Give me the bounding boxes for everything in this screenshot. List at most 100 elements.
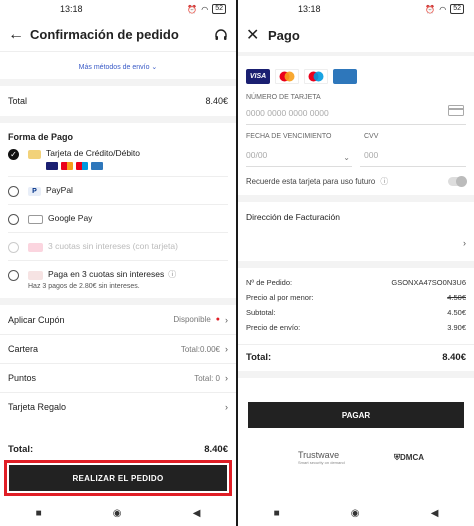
points-value: Total: 0 — [194, 373, 220, 383]
three-installments-note: Haz 3 pagos de 2.80€ sin intereses. — [28, 283, 140, 290]
headset-icon[interactable] — [214, 28, 228, 42]
status-time: 13:18 — [298, 4, 321, 14]
card-number-input[interactable]: 0000 0000 0000 0000 — [238, 101, 474, 118]
trust-badges: Trustwave Smart security on demand ⛨DMCA — [298, 450, 424, 465]
pay-button[interactable]: PAGAR — [248, 402, 464, 428]
recents-icon[interactable]: ■ — [274, 508, 280, 519]
back-arrow-icon[interactable]: ← — [8, 26, 30, 44]
remember-card-label: Recuerde esta tarjeta para uso futuro — [246, 177, 376, 186]
alarm-icon: ⏰ — [425, 4, 436, 14]
info-icon[interactable]: ⓘ — [168, 269, 176, 280]
wifi-icon: ◠ — [439, 4, 447, 14]
highlight-box: REALIZAR EL PEDIDO — [4, 460, 232, 496]
back-triangle-icon[interactable]: ◀ — [193, 508, 201, 519]
radio-checked-icon[interactable]: ✓ — [8, 149, 19, 160]
wallet-value: Total:0.00€ — [180, 344, 220, 354]
more-shipping-methods-link[interactable]: Más métodos de envío ⌄ — [0, 52, 236, 86]
expiry-label: FECHA DE VENCIMIENTO — [246, 133, 332, 140]
chevron-right-icon: › — [225, 344, 228, 354]
shipping-price-row: Precio de envío: 3.90€ — [238, 323, 474, 338]
home-icon[interactable]: ◉ — [351, 508, 360, 519]
points-row[interactable]: Puntos Total: 0 › — [0, 363, 236, 392]
payment-option-card[interactable]: ✓ Tarjeta de Crédito/Débito — [0, 148, 236, 176]
order-number-row: Nº de Pedido: GSONXA47SO0N3U6 — [238, 278, 474, 293]
chevron-right-icon: › — [225, 373, 228, 383]
remember-card-toggle[interactable] — [448, 176, 467, 187]
app-bar: ✕ Pago — [238, 18, 474, 52]
payment-option-klarna: 3 cuotas sin intereses (con tarjeta) — [0, 233, 236, 260]
mastercard-icon — [275, 69, 299, 84]
status-time: 13:18 — [60, 4, 83, 14]
wifi-icon: ◠ — [201, 4, 209, 14]
total-label: Total — [8, 96, 28, 106]
help-icon[interactable]: ⓘ — [380, 177, 388, 186]
radio-icon[interactable] — [8, 214, 19, 225]
installments-icon — [28, 271, 43, 280]
dmca-logo: ⛨DMCA — [394, 452, 424, 462]
bottom-total-value: 8.40€ — [204, 444, 228, 455]
chevron-down-icon[interactable]: ⌄ — [343, 153, 350, 162]
close-icon[interactable]: ✕ — [246, 25, 268, 45]
card-scan-icon[interactable] — [448, 105, 464, 116]
payment-option-three-installments[interactable]: Paga en 3 cuotas sin intereses ⓘ — [0, 261, 236, 283]
payment-option-paypal[interactable]: P PayPal — [0, 177, 236, 204]
cvv-field: CVV 000 — [356, 133, 474, 167]
summary-total-label: Total: — [246, 352, 272, 363]
expiry-field: FECHA DE VENCIMIENTO 00/00 ⌄ — [238, 133, 356, 167]
total-row: Total 8.40€ — [0, 86, 236, 123]
bottom-total-label: Total: — [8, 444, 34, 455]
payment-option-gpay[interactable]: Google Pay — [0, 205, 236, 232]
radio-icon[interactable] — [8, 270, 19, 281]
back-triangle-icon[interactable]: ◀ — [431, 508, 439, 519]
paypal-option-label: PayPal — [46, 185, 73, 195]
alarm-icon: ⏰ — [187, 4, 198, 14]
cvv-input[interactable]: 000 — [356, 140, 474, 160]
page-title: Confirmación de pedido — [30, 27, 179, 42]
accepted-cards: VISA — [238, 56, 474, 94]
apply-coupon-row[interactable]: Aplicar Cupón Disponible ● › — [0, 305, 236, 334]
shipping-price-value: 3.90€ — [447, 323, 466, 332]
visa-icon — [46, 162, 58, 170]
wallet-row[interactable]: Cartera Total:0.00€ › — [0, 334, 236, 363]
coupon-label: Aplicar Cupón — [8, 314, 65, 325]
credit-card-icon — [28, 150, 41, 159]
billing-address-row[interactable]: Dirección de Facturación › — [238, 202, 474, 268]
payment-screen: 13:18 ⏰ ◠ 52 ✕ Pago VISA NÚMERO DE TARJE… — [238, 0, 474, 526]
page-title: Pago — [268, 27, 300, 43]
bottom-total: Total: 8.40€ — [0, 444, 236, 460]
visa-icon: VISA — [246, 69, 270, 84]
google-pay-icon — [28, 215, 43, 224]
recents-icon[interactable]: ■ — [36, 508, 42, 519]
paypal-icon: P — [28, 187, 41, 196]
chevron-right-icon: › — [225, 402, 228, 412]
klarna-option-label: 3 cuotas sin intereses (con tarjeta) — [48, 241, 178, 251]
summary-total-value: 8.40€ — [442, 352, 466, 363]
summary-total-row: Total: 8.40€ — [238, 344, 474, 371]
wallet-label: Cartera — [8, 344, 39, 354]
radio-icon[interactable] — [8, 186, 19, 197]
expiry-input[interactable]: 00/00 — [238, 140, 356, 160]
home-icon[interactable]: ◉ — [113, 508, 122, 519]
gift-card-label: Tarjeta Regalo — [8, 402, 67, 412]
coupon-value: Disponible — [173, 315, 211, 324]
place-order-button[interactable]: REALIZAR EL PEDIDO — [9, 465, 227, 491]
cvv-label: CVV — [364, 133, 379, 140]
klarna-icon — [28, 243, 43, 252]
points-label: Puntos — [8, 373, 37, 383]
chevron-right-icon: › — [225, 314, 228, 325]
retail-price-row: Precio al por menor: 4.50€ — [238, 293, 474, 308]
gift-card-row[interactable]: Tarjeta Regalo › — [0, 392, 236, 421]
card-number-label: NÚMERO DE TARJETA — [246, 94, 321, 101]
system-nav-bar: ■ ◉ ◀ — [238, 500, 474, 526]
chevron-right-icon: › — [463, 238, 466, 248]
order-number-value: GSONXA47SO0N3U6 — [391, 278, 466, 287]
maestro-icon — [304, 69, 328, 84]
status-bar: 13:18 ⏰ ◠ 52 — [238, 0, 474, 18]
gpay-option-label: Google Pay — [48, 213, 93, 223]
app-bar: ← Confirmación de pedido — [0, 18, 236, 52]
trustwave-logo: Trustwave Smart security on demand — [298, 450, 345, 465]
remember-card-row: Recuerde esta tarjeta para uso futuro ⓘ — [238, 167, 474, 202]
shipping-price-label: Precio de envío: — [246, 323, 301, 332]
payment-method-heading: Forma de Pago — [8, 132, 74, 142]
subtotal-row: Subtotal: 4.50€ — [238, 308, 474, 323]
